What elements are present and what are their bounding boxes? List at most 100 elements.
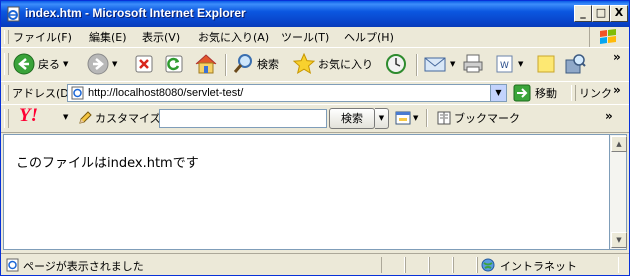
chevron-down-icon[interactable]: ▼ — [413, 114, 418, 122]
yahoo-overflow-chevron[interactable]: » — [605, 109, 613, 123]
bookmark-book-icon — [437, 111, 451, 125]
chevron-down-icon[interactable]: ▼ — [112, 60, 117, 68]
status-pane — [453, 257, 477, 273]
menu-help[interactable]: ヘルプ(H) — [344, 29, 394, 45]
window-title: index.htm - Microsoft Internet Explorer — [25, 6, 246, 20]
mail-icon — [424, 57, 446, 72]
standard-toolbar: 戻る ▼ ▼ 検索 お気に入り ▼ W ▼ » — [1, 47, 629, 82]
chevron-down-icon[interactable]: ▼ — [518, 60, 523, 68]
ie-window: index.htm - Microsoft Internet Explorer … — [0, 0, 630, 276]
intranet-globe-icon — [481, 258, 495, 272]
address-grip[interactable] — [4, 85, 9, 101]
customize-label: カスタマイズ — [95, 112, 161, 125]
address-label: アドレス(D) — [12, 87, 74, 100]
print-button[interactable] — [462, 52, 484, 76]
links-label[interactable]: リンク — [579, 85, 612, 101]
history-button[interactable] — [385, 52, 407, 76]
address-bar: アドレス(D) http://localhost8080/servlet-tes… — [1, 81, 629, 105]
forward-arrow-icon — [87, 53, 109, 75]
ie-page-icon — [71, 86, 84, 100]
back-label: 戻る — [38, 58, 60, 71]
close-button[interactable]: X — [610, 5, 628, 22]
back-arrow-icon — [13, 53, 35, 75]
toolbar-grip[interactable] — [4, 53, 9, 75]
edit-button[interactable]: W ▼ — [495, 52, 523, 76]
status-pane — [381, 257, 405, 273]
mail-button[interactable]: ▼ — [423, 52, 455, 76]
star-icon — [293, 53, 315, 75]
links-overflow-chevron[interactable]: » — [613, 83, 621, 97]
address-dropdown[interactable]: ▼ — [490, 85, 506, 101]
chevron-down-icon[interactable]: ▼ — [63, 113, 68, 121]
links-grip[interactable] — [571, 85, 576, 101]
refresh-icon — [165, 55, 183, 73]
address-input[interactable]: http://localhost8080/servlet-test/ ▼ — [67, 84, 507, 102]
search-label: 検索 — [257, 58, 279, 71]
bookmark-button[interactable]: ブックマーク — [436, 110, 520, 126]
svg-text:W: W — [500, 61, 509, 71]
yahoo-grip[interactable] — [4, 109, 9, 128]
ie-document-icon — [7, 6, 20, 22]
go-button[interactable]: 移動 — [513, 84, 557, 102]
history-icon — [386, 54, 406, 74]
status-pane — [405, 257, 429, 273]
home-button[interactable] — [194, 52, 218, 76]
toolbar-overflow-chevron[interactable]: » — [613, 50, 621, 64]
scroll-down-button[interactable]: ▼ — [611, 232, 627, 248]
minimize-button[interactable]: _ — [574, 5, 592, 22]
zone-pane: イントラネット — [477, 257, 619, 273]
menu-view[interactable]: 表示(V) — [142, 29, 180, 45]
status-pane — [429, 257, 453, 273]
menu-favorites[interactable]: お気に入り(A) — [198, 29, 269, 45]
customize-button[interactable]: カスタマイズ — [77, 110, 161, 126]
toolbar-separator — [225, 54, 227, 76]
windows-flag-icon — [600, 29, 616, 44]
yahoo-search-button[interactable]: 検索 — [329, 108, 375, 129]
menu-edit[interactable]: 編集(E) — [89, 29, 127, 45]
favorites-button[interactable]: お気に入り — [293, 52, 373, 76]
page-done-icon — [6, 258, 19, 272]
printer-icon — [463, 54, 483, 73]
toolbar-separator — [426, 109, 428, 127]
title-bar[interactable]: index.htm - Microsoft Internet Explorer … — [1, 1, 629, 27]
back-button[interactable]: 戻る ▼ — [13, 52, 68, 76]
home-icon — [195, 54, 217, 74]
maximize-button[interactable]: □ — [592, 5, 610, 22]
yahoo-search-input[interactable] — [159, 109, 327, 128]
scroll-up-button[interactable]: ▲ — [611, 136, 627, 152]
pencil-icon — [79, 111, 92, 124]
yahoo-toolbar: Y! ▼ カスタマイズ 検索 ▼ ▼ ブックマーク » — [1, 104, 629, 133]
menu-tools[interactable]: ツール(T) — [281, 29, 329, 45]
stop-button[interactable] — [134, 52, 154, 76]
search-button[interactable]: 検索 — [232, 52, 279, 76]
sticky-note-icon — [537, 55, 555, 73]
refresh-button[interactable] — [164, 52, 184, 76]
yahoo-search-dropdown[interactable]: ▼ — [375, 108, 389, 129]
page-body-text: このファイルはindex.htmです — [16, 156, 199, 171]
bookmark-label: ブックマーク — [454, 112, 520, 125]
vertical-scrollbar[interactable]: ▲ ▼ — [609, 134, 627, 250]
zone-label: イントラネット — [500, 260, 577, 273]
research-button[interactable] — [563, 52, 587, 76]
chevron-down-icon[interactable]: ▼ — [450, 60, 455, 68]
menu-grip[interactable] — [4, 30, 9, 44]
search-icon — [233, 54, 252, 73]
yahoo-highlight-button[interactable]: ▼ — [395, 111, 418, 125]
yahoo-logo[interactable]: Y! — [19, 105, 38, 127]
toolbar-separator — [416, 54, 418, 76]
stop-icon — [135, 55, 153, 73]
forward-button[interactable]: ▼ — [87, 52, 117, 76]
highlight-icon — [395, 111, 411, 125]
research-icon — [565, 54, 586, 74]
note-button[interactable] — [535, 52, 557, 76]
menu-file[interactable]: ファイル(F) — [13, 29, 72, 45]
go-label: 移動 — [535, 87, 557, 100]
favorites-label: お気に入り — [318, 58, 373, 71]
go-arrow-icon — [513, 84, 531, 102]
chevron-down-icon[interactable]: ▼ — [63, 60, 68, 68]
status-bar: ページが表示されました イントラネット — [1, 253, 629, 276]
windows-logo — [589, 27, 626, 47]
menu-bar: ファイル(F) 編集(E) 表示(V) お気に入り(A) ツール(T) ヘルプ(… — [1, 27, 629, 46]
page-content: このファイルはindex.htmです — [3, 134, 609, 250]
address-url: http://localhost8080/servlet-test/ — [88, 87, 244, 99]
